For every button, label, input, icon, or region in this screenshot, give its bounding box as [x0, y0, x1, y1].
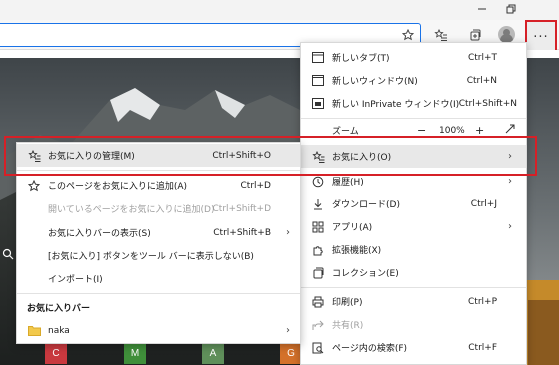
- favorites-icon: [311, 150, 325, 164]
- menu-item-label: アプリ(A): [332, 223, 373, 233]
- menu-item-label: インポート(I): [48, 275, 103, 285]
- profile-avatar[interactable]: [498, 26, 515, 43]
- folder-label: naka: [48, 325, 70, 336]
- menu-item-collections[interactable]: コレクション(E): [301, 261, 526, 284]
- collections-icon: [311, 266, 325, 280]
- shortcut-label: Ctrl+J: [470, 198, 497, 209]
- menu-item-label: 新しいタブ(T): [332, 54, 390, 64]
- folder-icon: [27, 324, 41, 338]
- menu-item-find-on-page[interactable]: ページ内の検索(F) Ctrl+F: [301, 336, 526, 359]
- menu-item-manage-favorites[interactable]: お気に入りの管理(M) Ctrl+Shift+O: [17, 144, 300, 167]
- menu-item-label: 履歴(H): [332, 178, 364, 188]
- menu-item-hide-favorites-button[interactable]: [お気に入り] ボタンをツール バーに表示しない(B): [17, 244, 300, 267]
- menu-item-label: 新しいウィンドウ(N): [332, 77, 418, 87]
- restore-icon[interactable]: [503, 2, 519, 16]
- quick-link-tile[interactable]: G: [280, 342, 302, 364]
- menu-item-label: コレクション(E): [332, 269, 399, 279]
- menu-item-zoom: ズーム − 100% +: [301, 119, 526, 142]
- chevron-right-icon: ›: [508, 221, 512, 232]
- menu-item-extensions[interactable]: 拡張機能(X): [301, 238, 526, 261]
- favorites-manage-icon: [27, 149, 41, 163]
- menu-separator: [17, 293, 300, 294]
- menu-item-label: お気に入りの管理(M): [48, 152, 135, 162]
- tile-letter: C: [52, 347, 60, 359]
- shortcut-label: Ctrl+Shift+N: [458, 98, 517, 109]
- quick-link-tile[interactable]: C: [45, 342, 67, 364]
- favorites-folder-naka[interactable]: naka ›: [17, 319, 300, 342]
- fullscreen-icon[interactable]: [505, 124, 515, 137]
- menu-item-label: 開いているページをお気に入りに追加(D): [48, 205, 215, 215]
- menu-item-label: お気に入り(O): [332, 153, 392, 163]
- zoom-out-button[interactable]: −: [417, 124, 426, 137]
- shortcut-label: Ctrl+F: [468, 342, 497, 353]
- menu-item-add-this-page[interactable]: このページをお気に入りに追加(A) Ctrl+D: [17, 174, 300, 197]
- inprivate-icon: [311, 97, 325, 111]
- menu-item-new-tab[interactable]: 新しいタブ(T) Ctrl+T: [301, 46, 526, 69]
- menu-item-label: 拡張機能(X): [332, 246, 382, 256]
- menu-item-label: お気に入りバーの表示(S): [48, 229, 151, 239]
- history-icon: [311, 175, 325, 189]
- chevron-right-icon: ›: [508, 151, 512, 162]
- section-header-label: お気に入りバー: [27, 304, 91, 314]
- favorites-bar-section-header: お気に入りバー: [17, 296, 300, 319]
- shortcut-label: Ctrl+D: [240, 180, 272, 191]
- new-window-icon: [311, 74, 325, 88]
- menu-item-label: ズーム: [332, 127, 359, 137]
- menu-item-new-window[interactable]: 新しいウィンドウ(N) Ctrl+N: [301, 69, 526, 92]
- shortcut-label: Ctrl+P: [468, 296, 497, 307]
- favorites-submenu: お気に入りの管理(M) Ctrl+Shift+O このページをお気に入りに追加(…: [16, 142, 301, 344]
- menu-item-add-open-pages[interactable]: 開いているページをお気に入りに追加(D) Ctrl+Shift+D: [17, 197, 300, 220]
- menu-separator: [17, 170, 300, 171]
- chevron-right-icon: ›: [508, 176, 512, 187]
- menu-item-label: 新しい InPrivate ウィンドウ(I): [332, 100, 460, 110]
- chevron-right-icon: ›: [286, 325, 290, 336]
- star-add-icon: [27, 179, 41, 193]
- menu-item-label: このページをお気に入りに追加(A): [48, 182, 188, 192]
- menu-item-new-inprivate-window[interactable]: 新しい InPrivate ウィンドウ(I) Ctrl+Shift+N: [301, 92, 526, 115]
- tile-letter: M: [130, 347, 140, 359]
- menu-item-downloads[interactable]: ダウンロード(D) Ctrl+J: [301, 192, 526, 215]
- menu-item-label: 印刷(P): [332, 298, 363, 308]
- quick-link-tile[interactable]: A: [202, 342, 224, 364]
- minimize-icon[interactable]: [474, 2, 490, 16]
- download-icon: [311, 197, 325, 211]
- search-icon[interactable]: [2, 248, 16, 262]
- menu-item-label: [お気に入り] ボタンをツール バーに表示しない(B): [48, 252, 254, 262]
- tile-letter: A: [209, 347, 217, 359]
- shortcut-label: Ctrl+Shift+D: [212, 203, 271, 214]
- menu-item-print[interactable]: 印刷(P) Ctrl+P: [301, 290, 526, 313]
- new-tab-icon: [311, 51, 325, 65]
- menu-item-show-favorites-bar[interactable]: お気に入りバーの表示(S) Ctrl+Shift+B ›: [17, 221, 300, 244]
- apps-icon: [311, 220, 325, 234]
- shortcut-label: Ctrl+N: [466, 75, 497, 86]
- chevron-right-icon: ›: [286, 227, 290, 238]
- menu-item-apps[interactable]: アプリ(A) ›: [301, 215, 526, 238]
- shortcut-label: Ctrl+Shift+B: [213, 227, 271, 238]
- menu-item-label: ページ内の検索(F): [332, 344, 408, 354]
- menu-item-history[interactable]: 履歴(H) ›: [301, 170, 526, 193]
- zoom-in-button[interactable]: +: [475, 124, 484, 137]
- menu-item-label: ダウンロード(D): [332, 200, 400, 210]
- menu-separator: [301, 287, 526, 288]
- shortcut-label: Ctrl+Shift+O: [212, 150, 271, 161]
- extensions-icon: [311, 243, 325, 257]
- print-icon: [311, 295, 325, 309]
- tile-letter: G: [287, 347, 295, 359]
- share-icon: [311, 318, 325, 332]
- menu-item-favorites[interactable]: お気に入り(O) ›: [301, 145, 526, 168]
- menu-item-label: 共有(R): [332, 321, 364, 331]
- zoom-level: 100%: [439, 125, 465, 136]
- menu-item-import[interactable]: インポート(I): [17, 267, 300, 290]
- menu-item-share[interactable]: 共有(R): [301, 313, 526, 336]
- find-icon: [311, 341, 325, 355]
- title-bar: [0, 0, 559, 20]
- settings-menu: 新しいタブ(T) Ctrl+T 新しいウィンドウ(N) Ctrl+N 新しい I…: [300, 42, 527, 365]
- shortcut-label: Ctrl+T: [467, 52, 497, 63]
- quick-link-tile[interactable]: M: [124, 342, 146, 364]
